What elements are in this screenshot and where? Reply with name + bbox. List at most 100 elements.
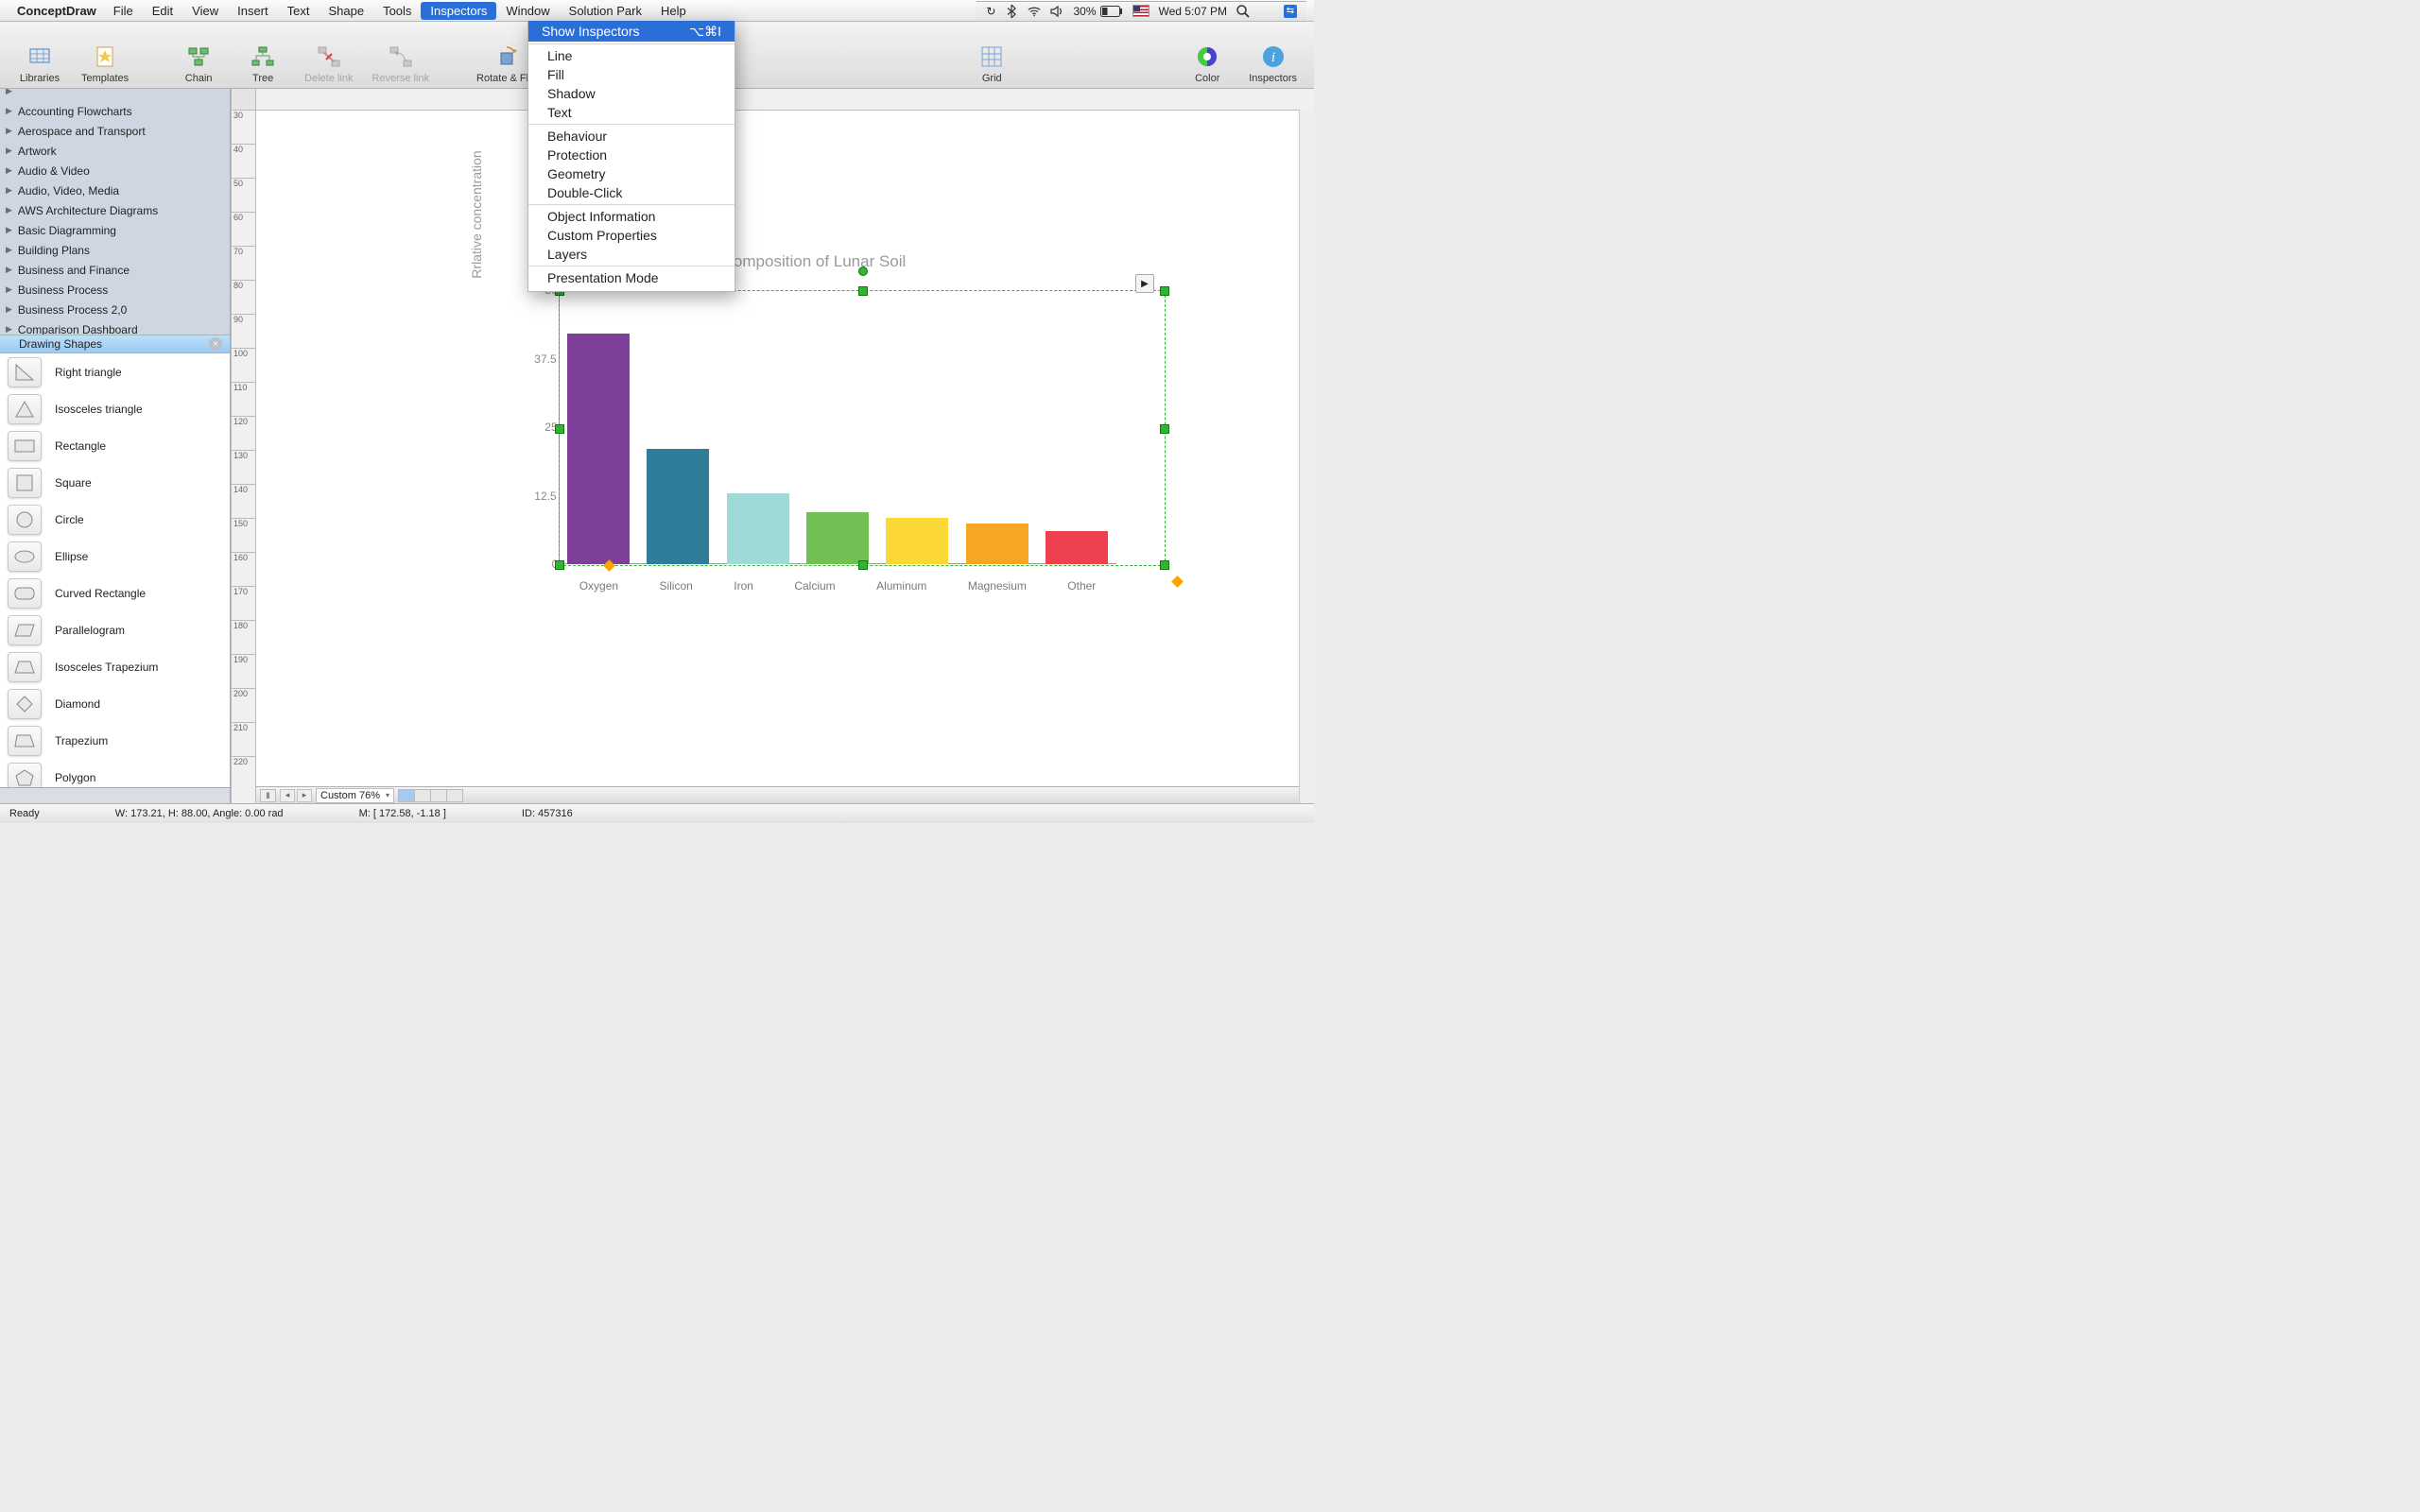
document-bar: ‖ ◂ ▸ Custom 76%▾ (256, 786, 1314, 803)
menu-item-show-inspectors[interactable]: Show Inspectors ⌥⌘I (528, 21, 735, 42)
ruler-vertical: 3040506070809010011012013014015016017018… (231, 89, 256, 803)
menu-edit[interactable]: Edit (143, 2, 182, 20)
menu-item-fill[interactable]: Fill (528, 65, 735, 84)
toggle-icon[interactable]: ⇆ (1284, 5, 1297, 18)
menu-inspectors[interactable]: Inspectors (421, 2, 496, 20)
toolbar-tree[interactable]: Tree (231, 44, 295, 88)
category-business-process-[interactable]: ▶Business Process 2,0 (0, 300, 230, 319)
reverse-link-icon (389, 44, 413, 69)
shape-isosceles-triangle[interactable]: Isosceles triangle (0, 390, 230, 427)
battery-status[interactable]: 30% (1073, 5, 1122, 18)
toolbar-reverse-link: Reverse link (363, 44, 440, 88)
shape-thumb-icon (8, 652, 42, 682)
inspectors-icon: i (1261, 44, 1286, 69)
category-basic-diagramming[interactable]: ▶Basic Diagramming (0, 220, 230, 240)
side-footer (0, 787, 230, 803)
spotlight-icon[interactable] (1236, 5, 1250, 18)
category-comparison-dashboard[interactable]: ▶Comparison Dashboard (0, 319, 230, 335)
canvas-area: Composition of Lunar Soil Rrlative conce… (256, 89, 1314, 803)
color-icon (1195, 44, 1219, 69)
category-aws-architecture-diagrams[interactable]: ▶AWS Architecture Diagrams (0, 200, 230, 220)
status-ready: Ready (9, 808, 40, 819)
category-audio-video[interactable]: ▶Audio & Video (0, 161, 230, 180)
shape-isosceles-trapezium[interactable]: Isosceles Trapezium (0, 648, 230, 685)
shape-trapezium[interactable]: Trapezium (0, 722, 230, 759)
close-library-icon[interactable]: × (209, 337, 222, 351)
side-panel: ▶▶Accounting Flowcharts▶Aerospace and Tr… (0, 89, 231, 803)
status-id: ID: 457316 (522, 808, 573, 819)
panel-toggle-icon[interactable]: ‖ (260, 789, 276, 802)
menu-item-protection[interactable]: Protection (528, 146, 735, 164)
shape-list: Right triangleIsosceles triangleRectangl… (0, 353, 230, 787)
library-header[interactable]: Drawing Shapes × (0, 335, 230, 353)
menu-item-geometry[interactable]: Geometry (528, 164, 735, 183)
page-first-icon[interactable]: ◂ (280, 789, 295, 802)
menu-file[interactable]: File (104, 2, 143, 20)
category-artwork[interactable]: ▶Artwork (0, 141, 230, 161)
selection-outline (559, 290, 1166, 566)
category-list: ▶▶Accounting Flowcharts▶Aerospace and Tr… (0, 89, 230, 335)
menubar-status: ↻ 30% Wed 5:07 PM ⇆ (977, 1, 1306, 21)
shape-ellipse[interactable]: Ellipse (0, 538, 230, 575)
category-business-and-finance[interactable]: ▶Business and Finance (0, 260, 230, 280)
input-flag[interactable] (1132, 5, 1150, 17)
toolbar-templates[interactable]: Templates (72, 44, 138, 88)
shape-diamond[interactable]: Diamond (0, 685, 230, 722)
category-audio-video-media[interactable]: ▶Audio, Video, Media (0, 180, 230, 200)
ruler-horizontal (256, 89, 1314, 111)
category-business-process[interactable]: ▶Business Process (0, 280, 230, 300)
menu-tools[interactable]: Tools (373, 2, 421, 20)
category-aerospace-and-transport[interactable]: ▶Aerospace and Transport (0, 121, 230, 141)
toolbar-grid[interactable]: Grid (959, 44, 1024, 88)
shape-polygon[interactable]: Polygon (0, 759, 230, 787)
menu-extras-icon[interactable] (1259, 6, 1274, 17)
menu-item-layers[interactable]: Layers (528, 245, 735, 264)
sync-icon[interactable]: ↻ (986, 5, 995, 18)
templates-icon (93, 44, 117, 69)
shape-rectangle[interactable]: Rectangle (0, 427, 230, 464)
toolbar-chain[interactable]: Chain (166, 44, 231, 88)
menu-item-double-click[interactable]: Double-Click (528, 183, 735, 202)
menu-item-custom-properties[interactable]: Custom Properties (528, 226, 735, 245)
shape-curved-rectangle[interactable]: Curved Rectangle (0, 575, 230, 611)
menu-insert[interactable]: Insert (228, 2, 278, 20)
zoom-select[interactable]: Custom 76%▾ (316, 788, 394, 803)
menu-item-presentation-mode[interactable]: Presentation Mode (528, 268, 735, 287)
shape-circle[interactable]: Circle (0, 501, 230, 538)
category-accounting-flowcharts[interactable]: ▶Accounting Flowcharts (0, 101, 230, 121)
menu-item-shadow[interactable]: Shadow (528, 84, 735, 103)
app-name[interactable]: ConceptDraw (17, 4, 96, 18)
smart-tag-icon[interactable]: ▶ (1135, 274, 1154, 293)
page-nav: ◂ ▸ (280, 789, 312, 802)
canvas[interactable]: Composition of Lunar Soil Rrlative conce… (256, 111, 1314, 786)
menu-view[interactable]: View (182, 2, 228, 20)
menu-text[interactable]: Text (278, 2, 320, 20)
menu-shape[interactable]: Shape (319, 2, 373, 20)
rotate-flip-icon (494, 44, 519, 69)
menu-item-object-information[interactable]: Object Information (528, 207, 735, 226)
category-building-plans[interactable]: ▶Building Plans (0, 240, 230, 260)
menu-window[interactable]: Window (496, 2, 559, 20)
chart-object[interactable]: Composition of Lunar Soil Rrlative conce… (502, 252, 1126, 602)
shape-square[interactable]: Square (0, 464, 230, 501)
bluetooth-icon[interactable] (1005, 5, 1018, 18)
page-tabs[interactable] (398, 789, 462, 802)
menu-item-line[interactable]: Line (528, 46, 735, 65)
shape-thumb-icon (8, 578, 42, 609)
menu-solution-park[interactable]: Solution Park (560, 2, 651, 20)
scrollbar-vertical[interactable] (1299, 110, 1314, 803)
volume-icon[interactable] (1050, 5, 1063, 18)
shape-right-triangle[interactable]: Right triangle (0, 353, 230, 390)
page-prev-icon[interactable]: ▸ (297, 789, 312, 802)
shape-parallelogram[interactable]: Parallelogram (0, 611, 230, 648)
menu-item-text[interactable]: Text (528, 103, 735, 122)
wifi-icon[interactable] (1028, 5, 1041, 18)
toolbar-inspectors[interactable]: iInspectors (1239, 44, 1306, 88)
svg-text:i: i (1271, 50, 1275, 65)
chart-ylabel: Rrlative concentration (469, 111, 484, 318)
toolbar-libraries[interactable]: Libraries (8, 44, 72, 88)
toolbar-color[interactable]: Color (1175, 44, 1239, 88)
menu-item-behaviour[interactable]: Behaviour (528, 127, 735, 146)
clock[interactable]: Wed 5:07 PM (1159, 5, 1227, 18)
menu-help[interactable]: Help (651, 2, 696, 20)
